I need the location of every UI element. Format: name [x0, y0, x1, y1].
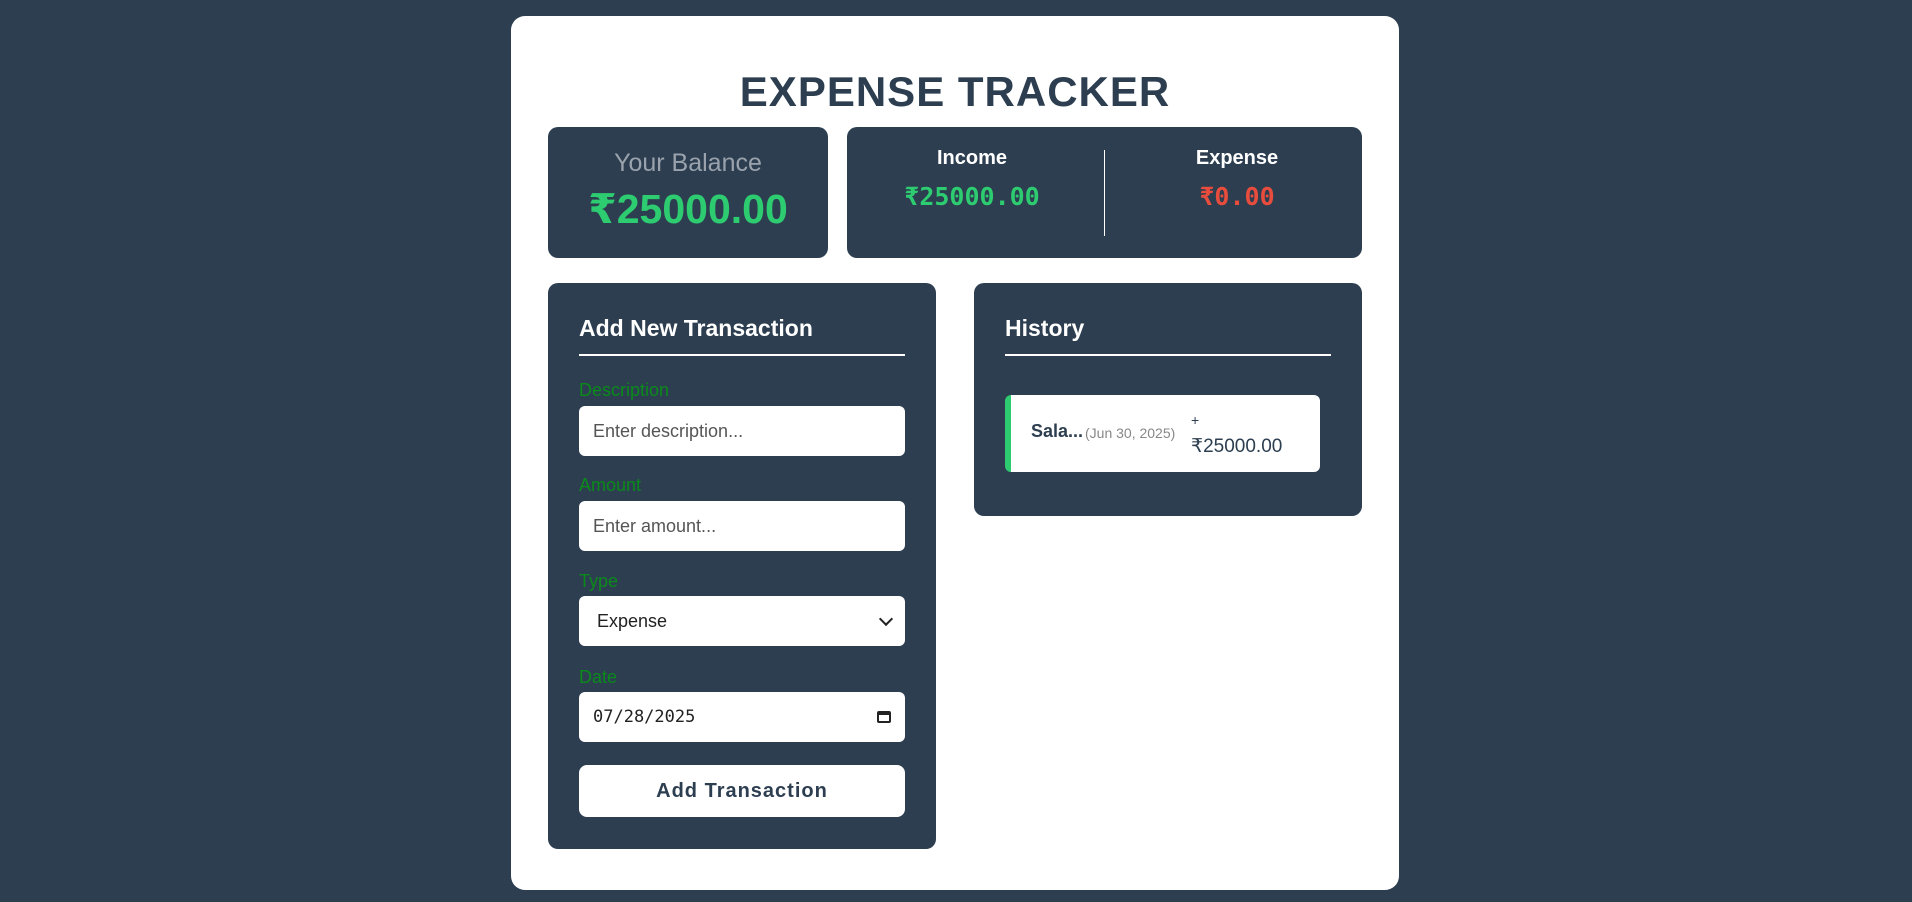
history-panel: History Sala... (Jun 30, 2025) + ₹25000.…: [974, 283, 1362, 516]
add-transaction-button[interactable]: Add Transaction: [579, 765, 905, 817]
date-value: 07/28/2025: [593, 707, 696, 727]
amount-label: Amount: [579, 475, 642, 495]
page-title: EXPENSE TRACKER: [739, 68, 1171, 115]
amount-input[interactable]: Enter amount...: [579, 501, 905, 551]
income-label: Income: [936, 147, 1008, 169]
transaction-date: (Jun 30, 2025): [1085, 425, 1176, 441]
transaction-sign: +: [1191, 412, 1200, 428]
description-label: Description: [579, 380, 670, 400]
type-select[interactable]: Expense: [579, 596, 905, 646]
add-transaction-panel: Add New Transaction Description Enter de…: [548, 283, 936, 849]
expense-value: ₹0.00: [1199, 182, 1275, 211]
summary-divider: [1104, 150, 1105, 236]
balance-box: Your Balance ₹25000.00: [548, 127, 828, 258]
form-title: Add New Transaction: [579, 315, 905, 356]
balance-value: ₹25000.00: [588, 186, 788, 232]
income-expense-summary: Income ₹25000.00 Expense ₹0.00: [847, 127, 1362, 258]
income-column: Income ₹25000.00: [847, 147, 1097, 211]
calendar-icon[interactable]: [877, 711, 891, 723]
transaction-description: Sala...: [1031, 421, 1084, 441]
type-selected-value: Expense: [597, 610, 668, 631]
expense-label: Expense: [1195, 147, 1279, 169]
transaction-amount: ₹25000.00: [1191, 436, 1283, 457]
income-value: ₹25000.00: [904, 182, 1040, 211]
type-label: Type: [579, 571, 619, 591]
date-label: Date: [579, 667, 618, 687]
description-input[interactable]: Enter description...: [579, 406, 905, 456]
date-input[interactable]: 07/28/2025: [579, 692, 905, 742]
list-item[interactable]: Sala... (Jun 30, 2025) + ₹25000.00: [1005, 395, 1320, 472]
chevron-down-icon: [878, 611, 894, 626]
balance-label: Your Balance: [614, 149, 762, 177]
main-card: EXPENSE TRACKER Your Balance ₹25000.00 I…: [511, 16, 1399, 890]
expense-column: Expense ₹0.00: [1112, 147, 1362, 211]
history-title: History: [1005, 315, 1331, 356]
